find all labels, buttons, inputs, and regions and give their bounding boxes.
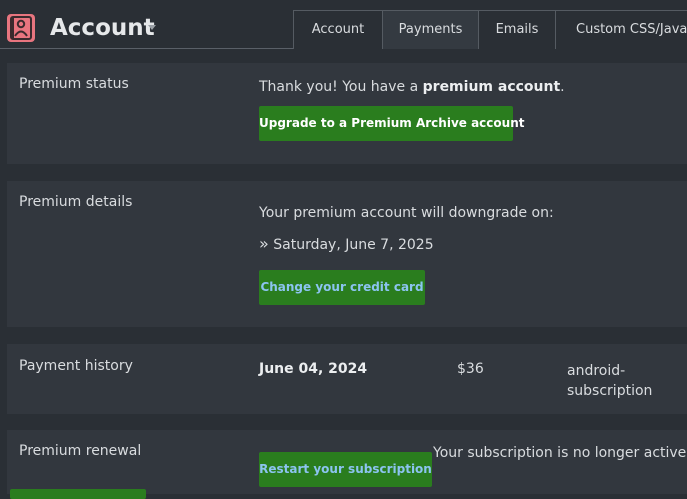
tab-custom-css-javascript[interactable]: Custom CSS/JavaScript <box>555 10 687 49</box>
payment-date: June 04, 2024 <box>259 361 368 377</box>
restart-subscription-button[interactable]: Restart your subscription <box>259 452 432 487</box>
premium-details-label: Premium details <box>19 194 133 210</box>
premium-details-section: Premium details Your premium account wil… <box>7 181 687 327</box>
premium-renewal-label: Premium renewal <box>19 443 142 459</box>
tab-bar: Account Payments Emails Custom CSS/JavaS… <box>293 10 687 49</box>
upgrade-premium-archive-button[interactable]: Upgrade to a Premium Archive account <box>259 106 524 141</box>
page-title[interactable]: Account <box>50 12 155 44</box>
account-icon[interactable] <box>7 14 35 42</box>
top-bar: Account Account Payments Emails Custom C… <box>0 0 687 49</box>
tab-account[interactable]: Account <box>293 10 383 49</box>
payment-history-section: Payment history June 04, 2024 $36 androi… <box>7 344 687 414</box>
payment-history-label: Payment history <box>19 358 133 374</box>
payment-method: android-subscription <box>567 363 653 399</box>
premium-status-message: Thank you! You have a premium account. <box>259 79 565 95</box>
payment-amount: $36 <box>457 361 484 377</box>
downgrade-date: » Saturday, June 7, 2025 <box>259 234 434 253</box>
change-credit-card-button[interactable]: Change your credit card <box>259 270 425 305</box>
tab-emails[interactable]: Emails <box>478 10 556 49</box>
bullet-icon: » <box>259 234 269 253</box>
partial-button[interactable] <box>10 489 146 499</box>
chevron-down-icon[interactable] <box>148 25 156 30</box>
premium-status-section: Premium status Thank you! You have a pre… <box>7 63 687 164</box>
premium-renewal-section: Premium renewal Restart your subscriptio… <box>7 430 687 499</box>
premium-account-text: premium account <box>422 79 561 95</box>
premium-status-label: Premium status <box>19 76 129 92</box>
downgrade-message: Your premium account will downgrade on: <box>259 205 554 221</box>
tab-payments[interactable]: Payments <box>382 10 479 49</box>
subscription-status-message: Your subscription is no longer active. <box>433 445 687 461</box>
